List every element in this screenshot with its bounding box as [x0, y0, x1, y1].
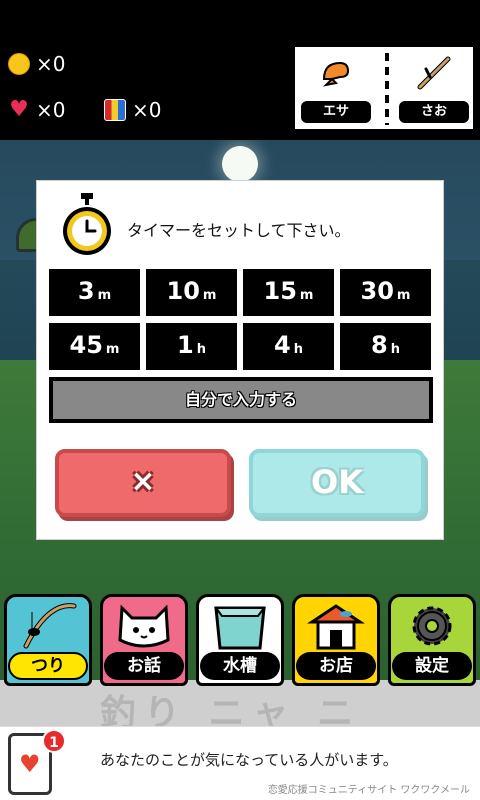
timer-option-15m[interactable]: 15 m — [243, 269, 334, 316]
option-number: 30 — [360, 277, 394, 305]
nav-fishing-label: つり — [8, 652, 88, 680]
top-hud: ×0 ♥ ×0 ×0 エサ さお — [0, 0, 480, 140]
heart-icon: ♥ — [19, 750, 41, 778]
moon — [222, 146, 258, 182]
option-number: 15 — [263, 277, 297, 305]
option-number: 10 — [166, 277, 200, 305]
can-count: ×0 — [132, 98, 162, 122]
option-number: 8 — [371, 331, 388, 359]
stopwatch-icon — [63, 193, 111, 255]
shop-icon — [307, 604, 365, 650]
heart-counter: ♥ ×0 — [8, 98, 65, 122]
timer-option-10m[interactable]: 10 m — [146, 269, 237, 316]
option-number: 3 — [77, 277, 95, 305]
nav-shop[interactable]: お店 — [292, 594, 380, 686]
option-unit: m — [105, 342, 120, 357]
timer-option-45m[interactable]: 45 m — [49, 323, 140, 370]
option-unit: h — [390, 342, 400, 357]
nav-settings-label: 設定 — [392, 652, 472, 680]
ad-text: あなたのことが気になっている人がいます。 — [100, 751, 398, 769]
nav-aquarium[interactable]: 水槽 — [196, 594, 284, 686]
option-unit: h — [196, 342, 206, 357]
heart-icon: ♥ — [9, 97, 29, 122]
option-number: 4 — [274, 331, 291, 359]
nav-settings[interactable]: 設定 — [388, 594, 476, 686]
nav-aquarium-label: 水槽 — [200, 652, 280, 680]
nav-shop-label: お店 — [296, 652, 376, 680]
divider — [385, 53, 389, 125]
can-counter: ×0 — [104, 98, 161, 122]
nav-fishing[interactable]: つり — [4, 594, 92, 686]
aquarium-icon — [214, 606, 266, 650]
cat-food-can-icon — [104, 99, 126, 121]
bait-label: エサ — [301, 101, 371, 123]
option-unit: m — [396, 288, 411, 303]
timer-option-4h[interactable]: 4h — [243, 323, 334, 370]
notification-badge: 1 — [42, 729, 66, 753]
timer-option-8h[interactable]: 8h — [340, 323, 431, 370]
bait-slot[interactable]: エサ — [301, 53, 371, 125]
cat-face-icon — [118, 604, 170, 648]
ok-button[interactable]: OK — [249, 449, 425, 517]
manual-input-label: 自分で入力する — [53, 381, 429, 419]
rod-label: さお — [399, 101, 469, 123]
shrimp-icon — [322, 61, 350, 87]
rod-slot[interactable]: さお — [399, 53, 469, 125]
option-unit: m — [299, 288, 314, 303]
timer-option-3m[interactable]: 3m — [49, 269, 140, 316]
cancel-button[interactable]: × — [55, 449, 231, 517]
timer-option-30m[interactable]: 30 m — [340, 269, 431, 316]
stick-rod-icon — [417, 56, 451, 90]
ad-subtext: 恋愛応援コミュニティサイト ワクワクメール — [267, 785, 470, 796]
heart-count: ×0 — [36, 98, 66, 122]
equipment-panel: エサ さお — [293, 45, 475, 131]
timer-option-1h[interactable]: 1h — [146, 323, 237, 370]
ad-banner[interactable]: ♥ 1 あなたのことが気になっている人がいます。 恋愛応援コミュニティサイト ワ… — [0, 726, 480, 800]
option-unit: h — [293, 342, 303, 357]
nav-talk[interactable]: お話 — [100, 594, 188, 686]
dialog-message: タイマーをセットして下さい。 — [127, 221, 351, 240]
coin-icon — [8, 53, 30, 75]
gear-icon — [412, 606, 452, 646]
fishing-rod-icon — [23, 603, 77, 649]
coin-count: ×0 — [36, 52, 66, 76]
option-number: 45 — [69, 331, 103, 359]
nav-talk-label: お話 — [104, 652, 184, 680]
option-unit: m — [97, 288, 112, 303]
timer-dialog: タイマーをセットして下さい。 3m 10 m 15 m 30 m 45 m 1h 4h … — [36, 180, 444, 540]
coin-counter: ×0 — [8, 52, 65, 76]
option-number: 1 — [177, 331, 194, 359]
option-unit: m — [202, 288, 217, 303]
manual-input-button[interactable]: 自分で入力する — [49, 377, 433, 423]
